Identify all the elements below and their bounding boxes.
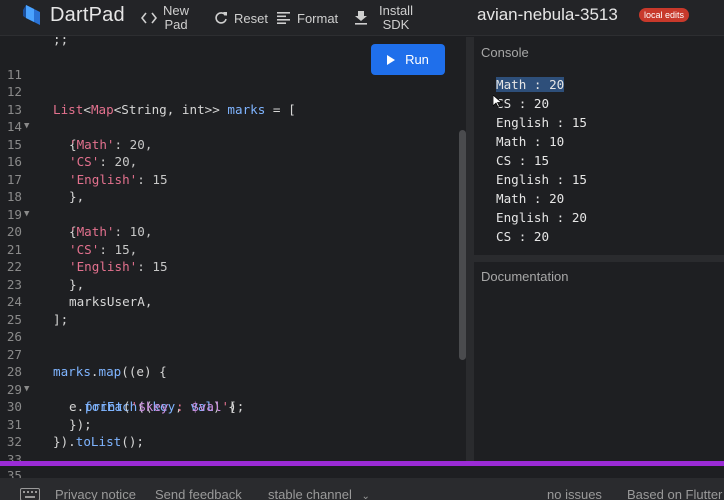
code-line: 29 print('$key : $val');: [0, 363, 466, 415]
console-panel[interactable]: Console Math : 20 CS : 20 English : 15 M…: [474, 37, 724, 255]
send-feedback-link[interactable]: Send feedback: [155, 487, 242, 500]
console-line: CS : 15: [496, 153, 550, 168]
install-sdk-button[interactable]: Install SDK: [355, 0, 413, 36]
format-label: Format: [297, 10, 339, 26]
console-title: Console: [481, 45, 529, 60]
privacy-notice-link[interactable]: Privacy notice: [55, 487, 136, 500]
code-line: 20 'CS': 15,: [0, 206, 466, 257]
keyboard-icon[interactable]: [20, 488, 40, 500]
horizontal-splitter[interactable]: [474, 255, 724, 262]
chevron-down-icon: ⌄: [361, 491, 370, 500]
local-edits-badge: local edits: [639, 8, 690, 22]
code-line: 23 marksUserA,: [0, 258, 466, 310]
code-line: 17 },: [0, 153, 466, 205]
code-line: 32: [0, 416, 466, 449]
code-line: 14 'Math': 20,: [0, 101, 466, 152]
code-line: 26: [0, 311, 466, 344]
code-line: 13 ▼ {: [0, 83, 466, 152]
code-line: 18 ▼ {: [0, 171, 466, 239]
vertical-splitter[interactable]: [466, 37, 474, 463]
channel-label: stable channel: [268, 487, 352, 500]
documentation-title: Documentation: [481, 269, 569, 284]
code-line: 15 'CS': 20,: [0, 118, 466, 170]
reset-label: Reset: [234, 10, 268, 26]
console-line: English : 15: [496, 172, 587, 187]
project-name[interactable]: avian-nebula-3513: [477, 5, 618, 25]
reset-button[interactable]: Reset: [214, 0, 268, 36]
dart-logo-icon: [22, 4, 42, 26]
channel-dropdown[interactable]: stable channel ⌄: [268, 487, 370, 500]
code-line: 30 });: [0, 381, 466, 432]
install-sdk-label: Install SDK: [379, 3, 413, 32]
issues-status: no issues: [547, 487, 602, 500]
console-line: Math : 10: [496, 134, 565, 149]
status-footer: Privacy notice Send feedback stable chan…: [0, 478, 724, 500]
play-icon: [387, 54, 396, 65]
console-line: CS : 20: [496, 229, 550, 244]
app-header: DartPad New Pad Reset Format Install SDK…: [0, 0, 724, 36]
new-pad-button[interactable]: New Pad: [141, 0, 189, 36]
flutter-version-link[interactable]: Based on Flutter: [627, 487, 722, 500]
code-line: 27 marks.map((e) {: [0, 328, 466, 380]
code-line: 28 ▼ e.forEach((key, val) {: [0, 346, 466, 414]
run-button[interactable]: Run: [371, 44, 445, 75]
download-icon: [355, 11, 367, 25]
console-line: English : 15: [496, 115, 587, 130]
console-line: Math : 20: [496, 77, 565, 92]
code-line: 22 },: [0, 241, 466, 292]
documentation-panel: Documentation: [474, 262, 724, 463]
console-line: English : 20: [496, 210, 587, 225]
refresh-icon: [214, 11, 228, 25]
line-number: 35: [6, 468, 22, 478]
code-line: 19 'Math': 10,: [0, 188, 466, 240]
console-line: Math : 20: [496, 191, 565, 206]
code-brackets-icon: [141, 12, 157, 24]
new-pad-label: New Pad: [163, 3, 190, 32]
console-line: CS : 20: [496, 96, 550, 111]
format-lines-icon: [277, 12, 291, 24]
format-button[interactable]: Format: [277, 0, 338, 36]
mouse-cursor-icon: [492, 94, 503, 113]
code-line: 16 'English': 15: [0, 136, 466, 187]
run-label: Run: [405, 52, 429, 67]
code-line: 31 }).toList();: [0, 398, 466, 450]
code-line-partial: 35: [0, 466, 724, 478]
code-editor[interactable]: ;; 11 12 List<Map<String, int>> marks = …: [0, 37, 466, 463]
editor-scrollbar-thumb[interactable]: [459, 130, 466, 360]
code-line: 21 'English': 15: [0, 223, 466, 275]
code-line: 33 }: [0, 433, 466, 464]
app-title: DartPad: [50, 4, 125, 26]
code-line: 25: [0, 293, 466, 327]
code-line: 24 ];: [0, 276, 466, 327]
